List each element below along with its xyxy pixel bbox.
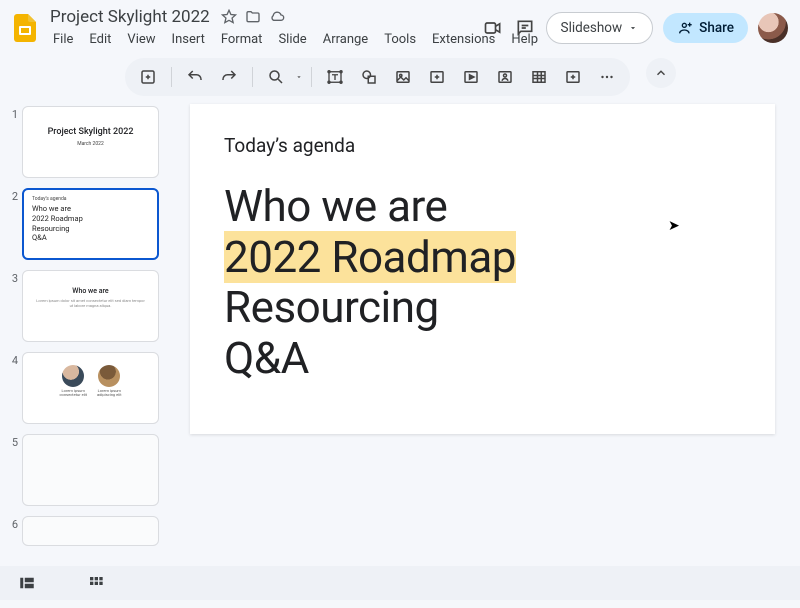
new-slide-icon[interactable] — [133, 62, 163, 92]
header: Project Skylight 2022 File Edit View Ins… — [0, 0, 800, 50]
thumb-row: 3 Who we are Lorem ipsum dolor sit amet … — [0, 270, 159, 342]
thumb-row: 1 Project Skylight 2022 March 2022 — [0, 106, 159, 178]
star-icon[interactable] — [220, 8, 238, 26]
slide-thumb-4[interactable]: Lorem ipsumconsectetur elit Lorem ipsuma… — [22, 352, 159, 424]
slide-thumb-1[interactable]: Project Skylight 2022 March 2022 — [22, 106, 159, 178]
table-icon[interactable] — [524, 62, 554, 92]
slide-suptitle[interactable]: Today’s agenda — [224, 134, 741, 157]
workspace: 1 Project Skylight 2022 March 2022 2 Tod… — [0, 102, 800, 608]
slides-logo-icon[interactable] — [12, 11, 38, 45]
menu-edit[interactable]: Edit — [82, 29, 118, 50]
slide-thumb-3[interactable]: Who we are Lorem ipsum dolor sit amet co… — [22, 270, 159, 342]
thumb-num: 4 — [0, 352, 18, 367]
redo-icon[interactable] — [214, 62, 244, 92]
image-icon[interactable] — [388, 62, 418, 92]
account-avatar[interactable] — [758, 13, 788, 43]
video-icon[interactable] — [456, 62, 486, 92]
bottom-bar — [0, 566, 800, 600]
comment-icon[interactable] — [422, 62, 452, 92]
toolbar — [125, 58, 630, 96]
slide-thumb-2[interactable]: Today’s agenda Who we are 2022 Roadmap R… — [22, 188, 159, 260]
toolbar-wrap — [0, 50, 800, 102]
slide-thumb-5[interactable] — [22, 434, 159, 506]
slide-canvas[interactable]: Today’s agenda Who we are 2022 Roadmap R… — [190, 104, 775, 434]
doc-title[interactable]: Project Skylight 2022 — [46, 6, 214, 28]
slide-thumb-6[interactable] — [22, 516, 159, 546]
menu-file[interactable]: File — [46, 29, 80, 50]
menu-view[interactable]: View — [120, 29, 162, 50]
thumb-num: 2 — [0, 188, 18, 203]
highlighted-line: 2022 Roadmap — [224, 231, 516, 283]
canvas-area[interactable]: Today’s agenda Who we are 2022 Roadmap R… — [165, 102, 800, 608]
menu-bar: File Edit View Insert Format Slide Arran… — [46, 29, 474, 50]
cloud-status-icon[interactable] — [268, 8, 286, 26]
undo-icon[interactable] — [180, 62, 210, 92]
folder-move-icon[interactable] — [244, 8, 262, 26]
grid-view-icon[interactable] — [88, 575, 104, 591]
chevron-down-icon — [628, 23, 638, 33]
transition-icon[interactable] — [558, 62, 588, 92]
comments-icon[interactable] — [514, 17, 536, 39]
slideshow-button[interactable]: Slideshow — [546, 12, 654, 44]
menu-arrange[interactable]: Arrange — [316, 29, 375, 50]
menu-tools[interactable]: Tools — [377, 29, 423, 50]
meet-icon[interactable] — [482, 17, 504, 39]
more-icon[interactable] — [592, 62, 622, 92]
person-add-icon — [677, 20, 693, 36]
collapse-toolbar-icon[interactable] — [646, 58, 676, 88]
thumb-row: 2 Today’s agenda Who we are 2022 Roadmap… — [0, 188, 159, 260]
zoom-icon[interactable] — [261, 62, 291, 92]
thumb-num: 6 — [0, 516, 18, 531]
thumb-num: 1 — [0, 106, 18, 121]
filmstrip-view-icon[interactable] — [18, 574, 36, 592]
menu-insert[interactable]: Insert — [165, 29, 212, 50]
chevron-down-icon[interactable] — [295, 73, 303, 81]
menu-format[interactable]: Format — [214, 29, 270, 50]
slide-body[interactable]: Who we are 2022 Roadmap Resourcing Q&A — [224, 181, 741, 383]
title-area: Project Skylight 2022 File Edit View Ins… — [46, 6, 474, 50]
textbox-icon[interactable] — [320, 62, 350, 92]
share-label: Share — [699, 20, 734, 36]
filmstrip[interactable]: 1 Project Skylight 2022 March 2022 2 Tod… — [0, 102, 165, 608]
avatar — [98, 365, 120, 387]
header-right: Slideshow Share — [482, 12, 788, 44]
slideshow-label: Slideshow — [561, 20, 623, 36]
speaker-notes-icon[interactable] — [490, 62, 520, 92]
share-button[interactable]: Share — [663, 13, 748, 43]
menu-slide[interactable]: Slide — [271, 29, 313, 50]
thumb-num: 5 — [0, 434, 18, 449]
avatar — [62, 365, 84, 387]
thumb-row: 4 Lorem ipsumconsectetur elit Lorem ipsu… — [0, 352, 159, 424]
thumb-num: 3 — [0, 270, 18, 285]
shape-icon[interactable] — [354, 62, 384, 92]
thumb-row: 5 — [0, 434, 159, 506]
thumb-row: 6 — [0, 516, 159, 546]
